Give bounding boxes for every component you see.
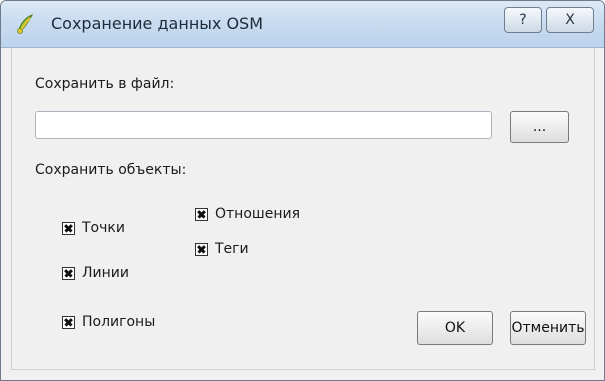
checkbox-checked-icon [62, 315, 75, 329]
checkbox-lines-label: Линии [82, 265, 129, 281]
checkbox-relations-label: Отношения [215, 206, 300, 222]
checkbox-tags[interactable]: Теги [195, 241, 249, 257]
checkbox-polygons[interactable]: Полигоны [62, 314, 155, 330]
file-path-input[interactable] [35, 111, 492, 139]
checkbox-points-label: Точки [82, 220, 125, 236]
checkbox-checked-icon [195, 207, 208, 221]
close-icon: X [565, 12, 575, 28]
checkbox-relations[interactable]: Отношения [195, 206, 300, 222]
checkbox-polygons-label: Полигоны [82, 314, 156, 330]
checkbox-checked-icon [62, 266, 75, 280]
help-button[interactable]: ? [504, 7, 542, 33]
checkbox-lines[interactable]: Линии [62, 265, 129, 281]
save-osm-dialog: Сохранение данных OSM ? X Сохранить в фа… [0, 0, 605, 381]
cancel-button[interactable]: Отменить [510, 311, 586, 345]
ok-button[interactable]: OK [417, 311, 493, 345]
browse-button[interactable]: ... [510, 111, 569, 143]
save-objects-label: Сохранить объекты: [35, 162, 187, 178]
title-bar[interactable]: Сохранение данных OSM ? X [1, 1, 604, 48]
checkbox-tags-label: Теги [215, 241, 249, 257]
checkbox-checked-icon [195, 242, 208, 256]
qgis-app-icon [17, 14, 34, 34]
save-to-file-label: Сохранить в файл: [35, 76, 175, 92]
checkbox-points[interactable]: Точки [62, 220, 125, 236]
checkbox-checked-icon [62, 221, 75, 235]
close-button[interactable]: X [546, 7, 594, 33]
window-title: Сохранение данных OSM [51, 14, 264, 33]
help-icon: ? [519, 12, 527, 28]
